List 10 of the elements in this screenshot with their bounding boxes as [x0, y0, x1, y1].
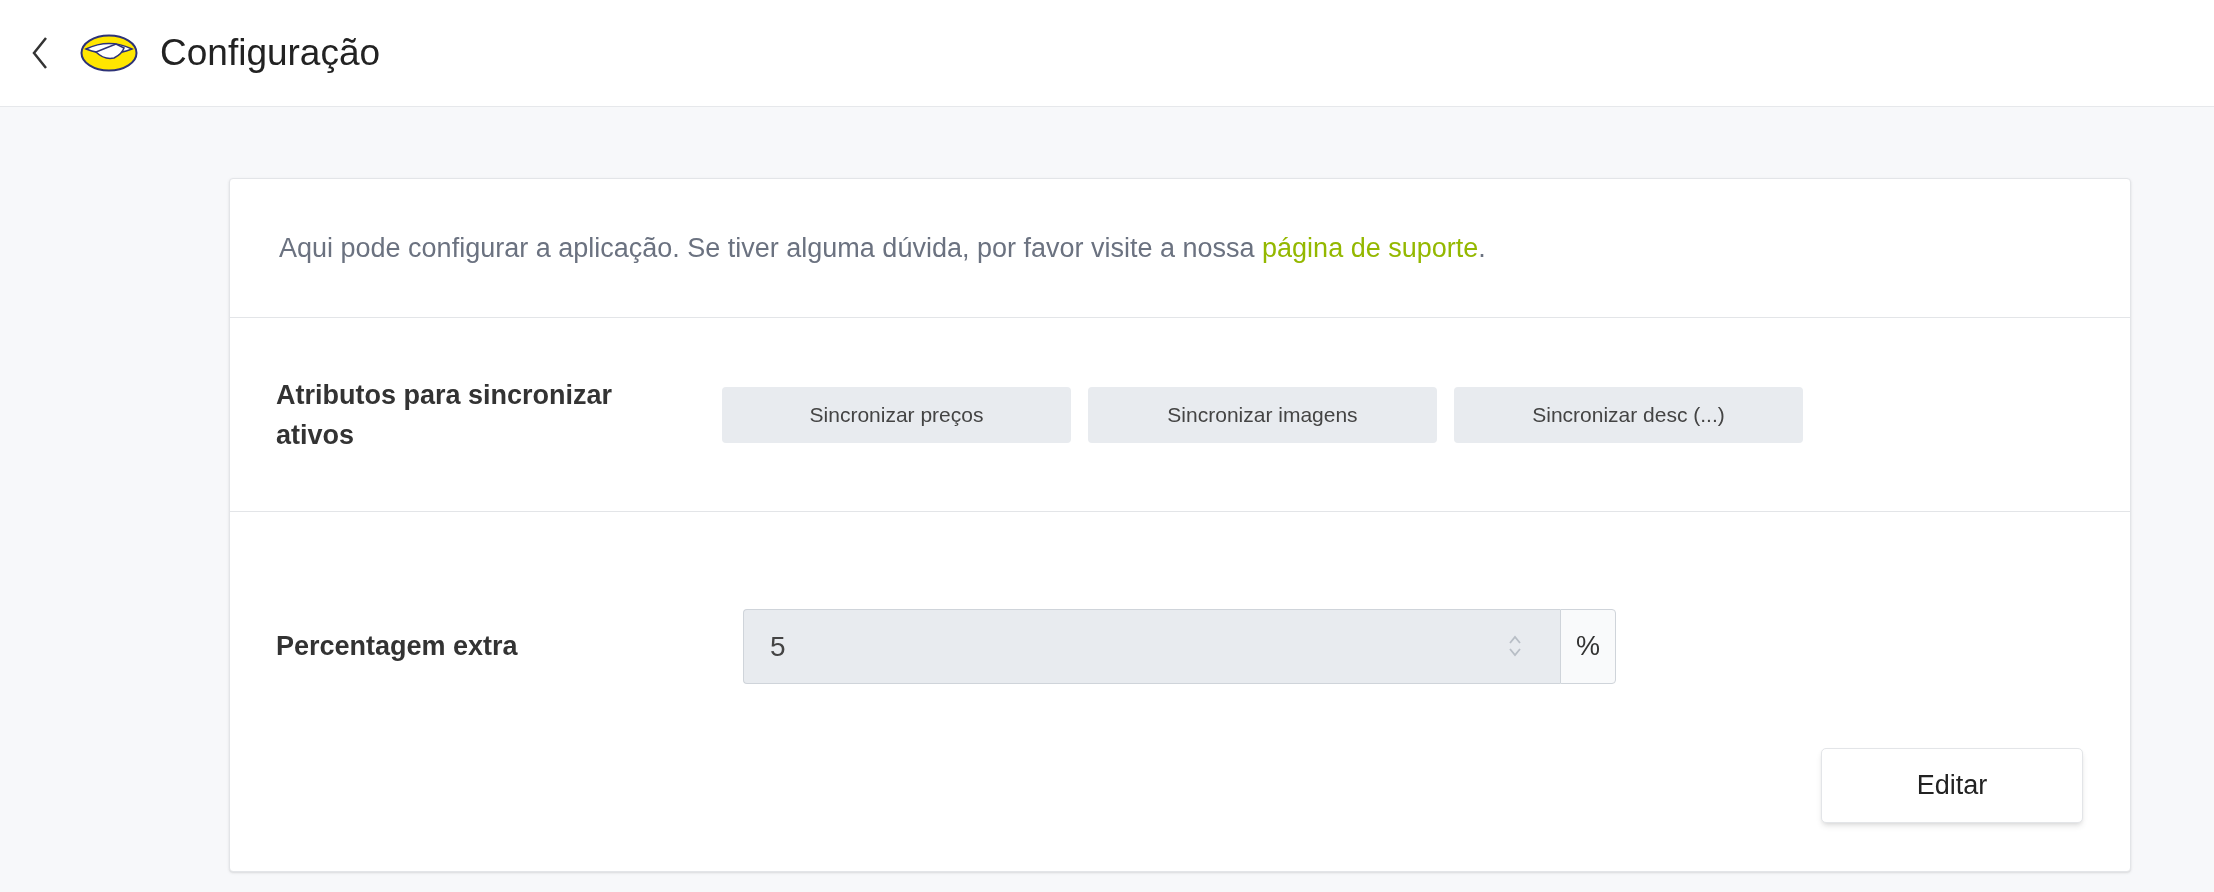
- page-title: Configuração: [160, 31, 381, 76]
- sync-label: Atributos para sincronizar ativos: [276, 378, 614, 452]
- sync-button[interactable]: Sincronizar imagens: [1088, 386, 1437, 443]
- percent-unit: %: [1560, 609, 1616, 684]
- edit-button[interactable]: Editar: [1821, 748, 2083, 823]
- extra-label: Percentagem extra: [276, 630, 519, 664]
- sync-button[interactable]: Sincronizar desc (...): [1454, 386, 1803, 443]
- intro-text: Aqui pode configurar a aplicação. Se tiver alguma dúvida, por favor visite a nossa página de suporte.: [279, 231, 1486, 265]
- sync-button[interactable]: Sincronizar preços: [722, 386, 1071, 443]
- handshake-logo-icon: [80, 34, 138, 72]
